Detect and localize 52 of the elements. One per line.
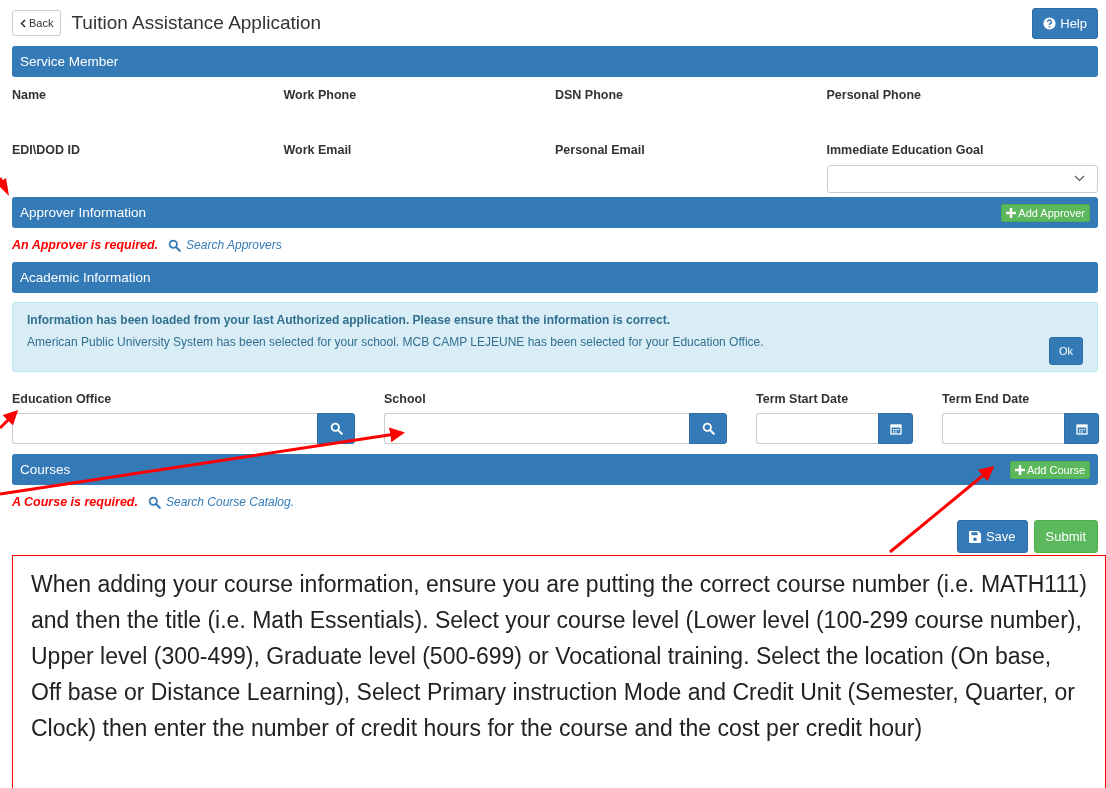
error-message: An Approver is required. <box>12 238 159 252</box>
instruction-callout: When adding your course information, ensure you are putting the correct course number (i.e. MATH111) and then the title (i.e. Math Essentials). Select your course level (Lower level (100-299 course number), Upper level (300-499), Graduate level (500-699) or Vocational training. Select the location (On base, Off base or Distance Learning), Select Primary instruction Mode and Credit Unit (Semester, Quarter, or Clock) then enter the number of credit hours for the course and the cost per credit hour) <box>12 555 1106 788</box>
search-icon <box>168 238 182 252</box>
field-label: Work Email <box>283 142 353 157</box>
field-label: School <box>384 392 427 406</box>
date-field[interactable] <box>942 413 1064 444</box>
search-icon <box>701 422 715 435</box>
field-label: Personal Phone <box>826 88 922 102</box>
education-goal-dropdown[interactable] <box>826 164 1098 193</box>
submit-button[interactable]: Submit <box>1033 520 1098 553</box>
field-label: Immediate Education Goal <box>826 142 985 157</box>
field-label: DSN Phone <box>555 88 625 102</box>
section-title: Approver Information <box>20 205 147 220</box>
search-button[interactable] <box>317 413 355 444</box>
plus-icon <box>1014 464 1025 475</box>
field-label: Term Start Date <box>756 392 850 406</box>
ok-button[interactable]: Ok <box>1048 337 1083 365</box>
search-field[interactable] <box>384 413 689 444</box>
section-header: Academic Information <box>12 262 1098 293</box>
date-field[interactable] <box>756 413 878 444</box>
question-icon <box>1043 16 1057 30</box>
calendar-icon <box>889 422 902 435</box>
calendar-button[interactable] <box>878 413 913 444</box>
plus-icon <box>1006 207 1017 218</box>
section-header: Service Member <box>12 46 1098 77</box>
error-message: A Course is required. <box>12 495 138 509</box>
help-button[interactable]: Help <box>1032 7 1098 39</box>
search-button[interactable] <box>689 413 727 444</box>
field-label: Work Phone <box>283 88 358 102</box>
search-course-catalog-link[interactable]: Search Course Catalog. <box>147 495 295 509</box>
search-icon <box>147 495 161 509</box>
field-label: Name <box>12 88 48 102</box>
save-button[interactable]: Save <box>956 520 1028 553</box>
calendar-icon <box>1075 422 1088 435</box>
field-label: Personal Email <box>555 142 646 157</box>
chevron-down-icon <box>1074 175 1085 182</box>
alert-message: American Public University System has been selected for your school. MCB CAMP LEJEUNE has been selected for your Education Office. <box>27 335 765 349</box>
calendar-button[interactable] <box>1064 413 1099 444</box>
field-label: Term End Date <box>942 392 1031 406</box>
add-approver-button[interactable]: Add Approver <box>1001 203 1090 222</box>
search-field[interactable] <box>12 413 317 444</box>
page-title: Tuition Assistance Application <box>71 12 323 34</box>
field-label: EDI\DOD ID <box>12 142 82 157</box>
add-course-button[interactable]: Add Course <box>1009 460 1090 479</box>
chevron-left-icon <box>20 18 26 28</box>
annotation-arrow <box>0 177 9 196</box>
alert-heading: Information has been loaded from your last Authorized application. Please ensure that the information is correct. <box>27 313 671 327</box>
section-title: Courses <box>20 462 71 477</box>
field-label: Education Office <box>12 392 113 406</box>
search-approvers-link[interactable]: Search Approvers <box>168 238 282 252</box>
search-icon <box>329 422 343 435</box>
back-button[interactable]: Back <box>12 10 62 36</box>
